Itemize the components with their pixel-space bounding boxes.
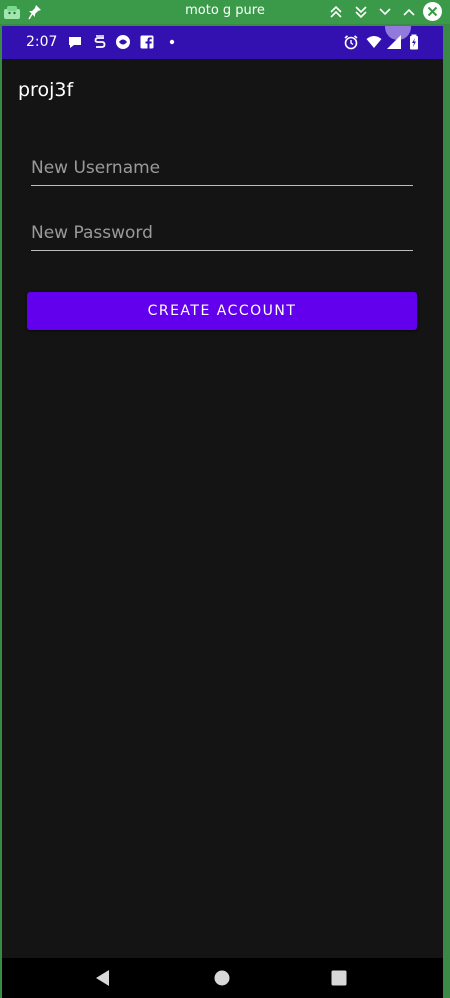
home-icon[interactable]: [212, 968, 232, 988]
chat-bubble-icon: [69, 37, 81, 48]
back-icon[interactable]: [93, 968, 113, 988]
navigation-bar: [2, 958, 443, 998]
chevron-up-icon[interactable]: [400, 3, 418, 21]
alarm-icon: [344, 35, 358, 50]
vpn-shield-icon: [116, 35, 130, 49]
close-icon: [427, 6, 438, 17]
create-account-button[interactable]: CREATE ACCOUNT: [27, 292, 417, 330]
signal-icon: [387, 35, 401, 49]
emulator-title-bar: moto g pure: [0, 0, 450, 24]
wifi-icon: [366, 36, 382, 48]
facebook-icon: [140, 35, 154, 49]
close-window-button[interactable]: [423, 2, 442, 21]
sync-s-icon: [94, 35, 106, 48]
app-title: proj3f: [18, 79, 74, 101]
phone-screen: 2:07 proj3f New Username CREATE ACCOUNT: [2, 26, 443, 998]
double-chevron-down-icon[interactable]: [352, 3, 370, 21]
recents-icon[interactable]: [329, 968, 349, 988]
status-bar: 2:07: [2, 26, 443, 59]
new-password-input[interactable]: [31, 219, 413, 251]
new-username-input[interactable]: [31, 154, 413, 186]
double-chevron-up-icon[interactable]: [327, 3, 345, 21]
more-dot-icon: [169, 39, 175, 45]
status-time: 2:07: [26, 34, 58, 50]
battery-icon: [410, 34, 418, 50]
chevron-down-icon[interactable]: [376, 3, 394, 21]
